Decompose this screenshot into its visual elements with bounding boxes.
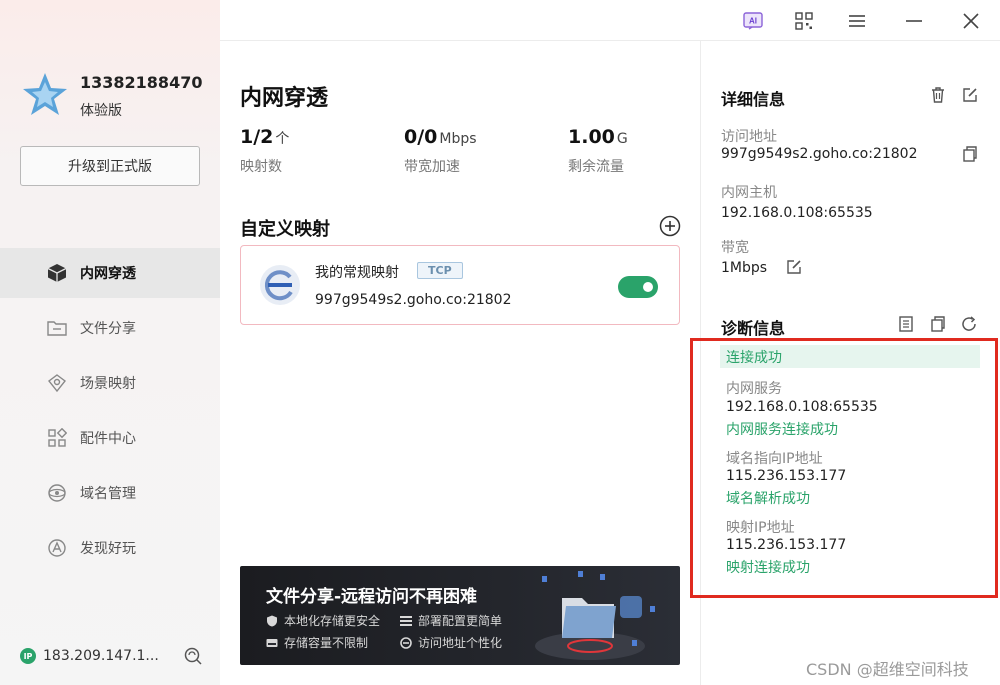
edit-icon[interactable] xyxy=(961,86,979,104)
stat-bandwidth: 0/0 Mbps 带宽加速 xyxy=(404,126,477,176)
promo-banner[interactable]: 文件分享-远程访问不再困难 本地化存储更安全 部署配置更简单 存储容量不限制 访… xyxy=(240,566,680,665)
edit-bandwidth-icon[interactable] xyxy=(785,258,803,276)
access-address-label: 访问地址 xyxy=(721,129,777,145)
sidebar-item-scene-map[interactable]: 场景映射 xyxy=(0,358,220,408)
lan-host-label: 内网主机 xyxy=(721,185,777,201)
stat-label: 带宽加速 xyxy=(404,159,460,175)
link-icon xyxy=(400,636,412,649)
lan-host-value: 192.168.0.108:65535 xyxy=(721,205,873,221)
sidebar-item-nat-traversal[interactable]: 内网穿透 xyxy=(0,248,220,298)
page-title: 内网穿透 xyxy=(240,86,329,111)
ip-lookup-icon[interactable] xyxy=(183,646,203,666)
sidebar-item-file-share[interactable]: 文件分享 xyxy=(0,303,220,353)
refresh-icon[interactable] xyxy=(960,315,978,333)
diag-mapping-ip-result: 映射连接成功 xyxy=(726,560,810,576)
diagnosis-title: 诊断信息 xyxy=(721,319,786,338)
ai-assistant-icon[interactable]: AI xyxy=(742,10,764,32)
banner-folder-illustration xyxy=(535,571,655,660)
storage-icon xyxy=(266,638,278,647)
stat-value: 1.00 xyxy=(568,126,615,148)
stat-unit: G xyxy=(616,131,628,147)
sidebar-item-label: 配件中心 xyxy=(80,431,136,447)
apps-grid-icon xyxy=(46,427,68,449)
star-avatar-icon[interactable] xyxy=(20,70,70,120)
list-icon xyxy=(400,615,412,626)
copy-diagnosis-icon[interactable] xyxy=(929,315,947,333)
access-address-value: 997g9549s2.goho.co:21802 xyxy=(721,146,918,162)
menu-icon[interactable] xyxy=(846,10,868,32)
stat-unit: 个 xyxy=(275,131,290,147)
bandwidth-value: 1Mbps xyxy=(721,260,768,276)
close-icon[interactable] xyxy=(960,10,982,32)
mapping-name: 我的常规映射 xyxy=(315,265,399,281)
delete-icon[interactable] xyxy=(929,86,947,104)
diag-dns-result: 域名解析成功 xyxy=(726,491,810,507)
protocol-badge: TCP xyxy=(417,262,463,279)
diag-mapping-ip-label: 映射IP地址 xyxy=(726,520,795,536)
stat-unit: Mbps xyxy=(439,131,477,147)
watermark: CSDN @超维空间科技 xyxy=(806,660,969,679)
cube-icon xyxy=(46,262,68,284)
sidebar-item-label: 文件分享 xyxy=(80,321,136,337)
user-phone: 13382188470 xyxy=(80,73,203,92)
stat-label: 剩余流量 xyxy=(568,159,624,175)
discover-icon xyxy=(46,537,68,559)
banner-title: 文件分享-远程访问不再困难 xyxy=(266,587,478,607)
sidebar-item-accessories[interactable]: 配件中心 xyxy=(0,413,220,463)
stat-label: 映射数 xyxy=(240,159,282,175)
shield-check-icon xyxy=(267,615,277,626)
scene-map-icon xyxy=(46,372,68,394)
mapping-type-logo-icon xyxy=(260,265,300,305)
copy-icon[interactable] xyxy=(961,145,979,163)
sidebar-item-label: 内网穿透 xyxy=(80,266,136,282)
diag-mapping-ip-value: 115.236.153.177 xyxy=(726,537,847,553)
ip-icon: IP xyxy=(20,648,36,664)
sidebar: 13382188470 体验版 升级到正式版 内网穿透 文件分享 场景映射 配件… xyxy=(0,0,220,685)
stat-value: 0/0 xyxy=(404,126,438,148)
diag-dns-label: 域名指向IP地址 xyxy=(726,451,823,467)
connection-status-bar: 连接成功 xyxy=(720,345,980,368)
sidebar-item-label: 场景映射 xyxy=(80,376,136,392)
upgrade-button[interactable]: 升级到正式版 xyxy=(20,146,200,186)
banner-feature: 部署配置更简单 xyxy=(400,612,502,629)
ai-icon-label: AI xyxy=(749,17,757,26)
sidebar-item-label: 发现好玩 xyxy=(80,541,136,557)
diag-lan-service-result: 内网服务连接成功 xyxy=(726,422,838,438)
mapping-address: 997g9549s2.goho.co:21802 xyxy=(315,292,512,308)
public-ip: 183.209.147.1... xyxy=(43,648,159,664)
folder-share-icon xyxy=(46,317,68,339)
diag-lan-service-label: 内网服务 xyxy=(726,381,782,397)
banner-feature: 本地化存储更安全 xyxy=(266,612,380,629)
sidebar-item-label: 域名管理 xyxy=(80,486,136,502)
log-icon[interactable] xyxy=(897,315,915,333)
stat-value: 1/2 xyxy=(240,126,274,148)
stat-mappings: 1/2 个 映射数 xyxy=(240,126,289,176)
mapping-enable-toggle[interactable] xyxy=(618,276,658,298)
user-plan: 体验版 xyxy=(80,103,122,119)
sidebar-item-domains[interactable]: 域名管理 xyxy=(0,468,220,518)
bandwidth-label: 带宽 xyxy=(721,240,749,256)
sidebar-item-discover[interactable]: 发现好玩 xyxy=(0,523,220,573)
minimize-icon[interactable] xyxy=(903,10,925,32)
mapping-card[interactable]: 我的常规映射 TCP 997g9549s2.goho.co:21802 xyxy=(240,245,680,325)
banner-feature: 存储容量不限制 xyxy=(266,634,368,651)
domain-icon xyxy=(46,482,68,504)
stat-traffic: 1.00 G 剩余流量 xyxy=(568,126,628,176)
public-ip-row: IP 183.209.147.1... xyxy=(20,648,159,664)
banner-feature: 访问地址个性化 xyxy=(400,634,502,651)
diag-lan-service-value: 192.168.0.108:65535 xyxy=(726,399,878,415)
diag-dns-value: 115.236.153.177 xyxy=(726,468,847,484)
add-mapping-icon[interactable] xyxy=(659,215,681,237)
qr-code-icon[interactable] xyxy=(793,10,815,32)
details-title: 详细信息 xyxy=(721,90,786,109)
section-title-custom-mapping: 自定义映射 xyxy=(240,219,330,240)
